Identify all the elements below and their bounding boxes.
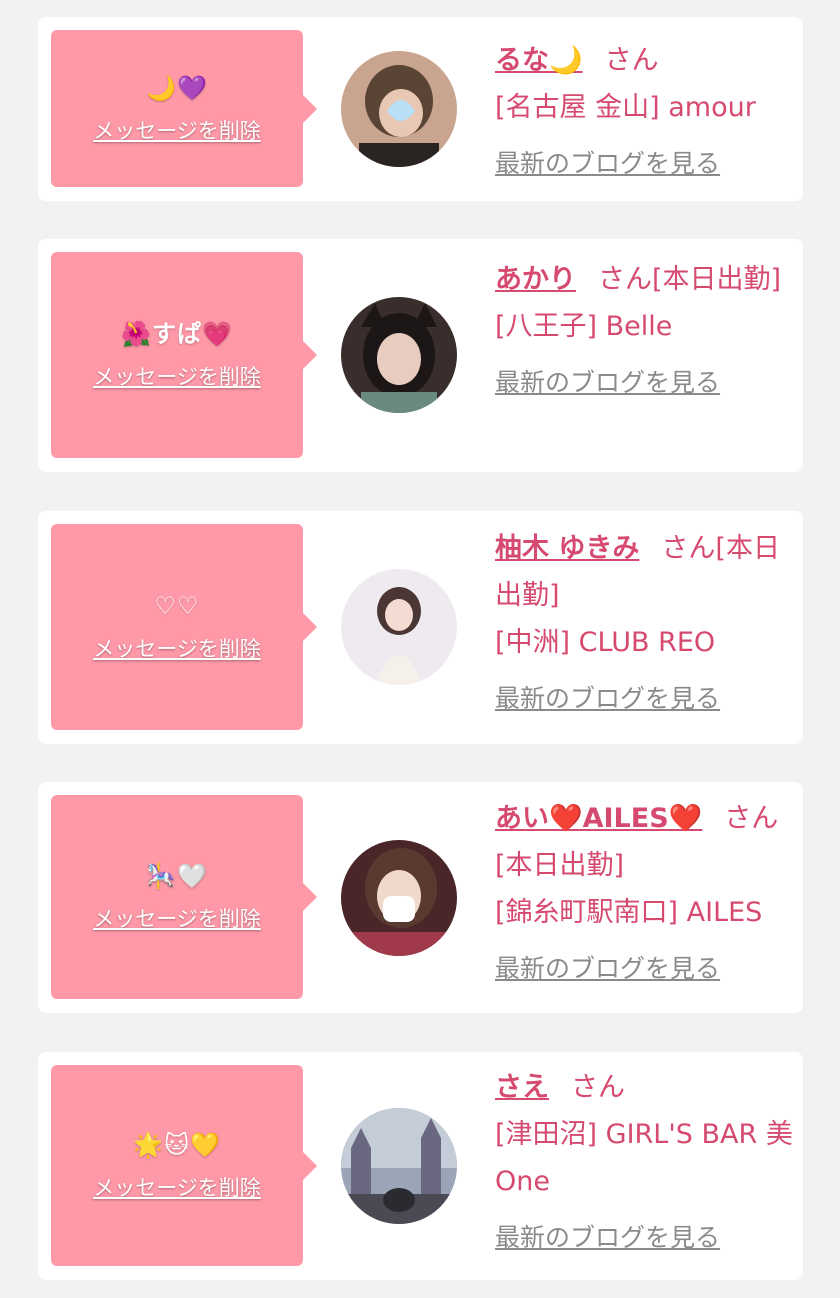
- message-list: 🌙💜 メッセージを削除 るな🌙 さん [名古屋 金山] amour 最新のブログを…: [0, 0, 840, 1298]
- message-card: 🌟🐱💛 メッセージを削除 さえ さん [津田沼] GIRL'S BAR 美One …: [38, 1052, 803, 1280]
- avatar-image: [341, 840, 457, 956]
- shop-label: [津田沼] GIRL'S BAR 美One: [495, 1119, 793, 1197]
- avatar-image: [341, 51, 457, 167]
- cast-name-link[interactable]: さえ: [495, 1072, 549, 1103]
- delete-message-button[interactable]: メッセージを削除: [93, 1172, 261, 1202]
- cast-info: あかり さん[本日出勤] [八王子] Belle 最新のブログを見る: [495, 256, 795, 400]
- cast-name-link[interactable]: あい❤️AILES❤️: [495, 803, 702, 834]
- message-text: 🌙💜: [146, 73, 208, 102]
- attendance-status: [本日出勤]: [652, 264, 782, 295]
- latest-blog-link[interactable]: 最新のブログを見る: [495, 366, 795, 400]
- delete-message-button[interactable]: メッセージを削除: [93, 361, 261, 391]
- cast-info: 柚木 ゆきみ さん[本日出勤] [中洲] CLUB REO 最新のブログを見る: [495, 525, 795, 716]
- honorific: さん: [571, 1072, 625, 1103]
- message-text: 🎠🤍: [146, 862, 208, 890]
- message-card: 🌺すぱ💗 メッセージを削除 あかり さん[本日出勤] [八王子] Belle 最新…: [38, 239, 803, 472]
- honorific: さん: [598, 264, 652, 295]
- message-bubble: 🌺すぱ💗 メッセージを削除: [51, 252, 317, 458]
- honorific: さん: [661, 533, 716, 564]
- message-text: ♡♡: [154, 592, 200, 620]
- shop-label: [錦糸町駅南口] AILES: [495, 897, 763, 928]
- avatar[interactable]: [341, 569, 457, 685]
- avatar-image: [341, 569, 457, 685]
- message-bubble: ♡♡ メッセージを削除: [51, 524, 317, 730]
- message-bubble: 🌙💜 メッセージを削除: [51, 30, 317, 187]
- message-bubble: 🌟🐱💛 メッセージを削除: [51, 1065, 317, 1266]
- cast-name-link[interactable]: るな🌙: [495, 45, 583, 76]
- message-text: 🌟🐱💛: [133, 1130, 221, 1159]
- delete-message-button[interactable]: メッセージを削除: [93, 115, 261, 145]
- cast-name-link[interactable]: あかり: [495, 264, 576, 295]
- shop-label: [名古屋 金山] amour: [495, 92, 756, 123]
- attendance-status: [本日出勤]: [495, 850, 625, 881]
- cast-info: あい❤️AILES❤️ さん [本日出勤] [錦糸町駅南口] AILES 最新のブ…: [495, 795, 795, 986]
- message-text: 🌺すぱ💗: [121, 320, 233, 348]
- shop-label: [中洲] CLUB REO: [495, 627, 716, 658]
- shop-label: [八王子] Belle: [495, 311, 673, 342]
- latest-blog-link[interactable]: 最新のブログを見る: [495, 1221, 795, 1255]
- honorific: さん: [724, 803, 779, 834]
- avatar[interactable]: [341, 1108, 457, 1224]
- cast-info: さえ さん [津田沼] GIRL'S BAR 美One 最新のブログを見る: [495, 1064, 795, 1255]
- message-card: ♡♡ メッセージを削除 柚木 ゆきみ さん[本日出勤] [中洲] CLUB REO…: [38, 511, 803, 744]
- honorific: さん: [604, 45, 659, 76]
- delete-message-button[interactable]: メッセージを削除: [93, 903, 261, 933]
- message-bubble: 🎠🤍 メッセージを削除: [51, 795, 317, 999]
- avatar[interactable]: [341, 840, 457, 956]
- avatar-image: [341, 297, 457, 413]
- avatar[interactable]: [341, 297, 457, 413]
- message-card: 🎠🤍 メッセージを削除 あい❤️AILES❤️ さん [本日出勤] [錦糸町駅南口…: [38, 782, 803, 1013]
- avatar-image: [341, 1108, 457, 1224]
- delete-message-button[interactable]: メッセージを削除: [93, 633, 261, 663]
- message-card: 🌙💜 メッセージを削除 るな🌙 さん [名古屋 金山] amour 最新のブログを…: [38, 17, 803, 201]
- cast-info: るな🌙 さん [名古屋 金山] amour 最新のブログを見る: [495, 37, 795, 181]
- latest-blog-link[interactable]: 最新のブログを見る: [495, 147, 795, 181]
- latest-blog-link[interactable]: 最新のブログを見る: [495, 952, 795, 986]
- latest-blog-link[interactable]: 最新のブログを見る: [495, 682, 795, 716]
- avatar[interactable]: [341, 51, 457, 167]
- cast-name-link[interactable]: 柚木 ゆきみ: [495, 533, 639, 564]
